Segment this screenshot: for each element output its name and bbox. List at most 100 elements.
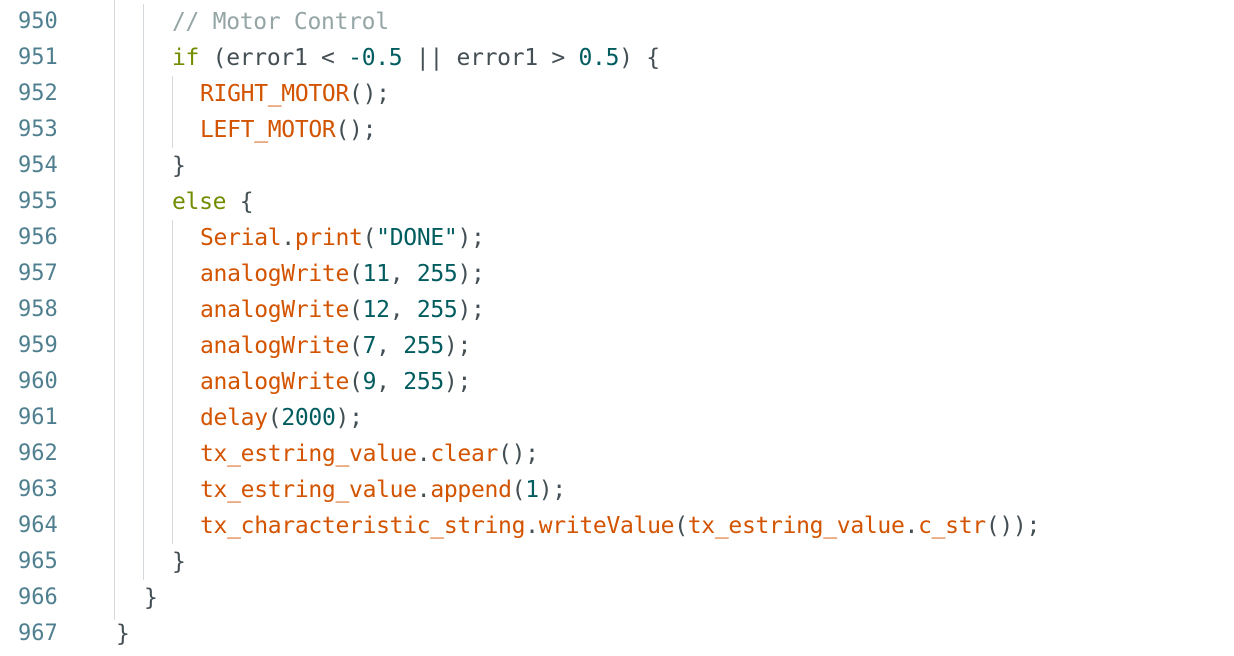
line-number: 957 [18, 261, 58, 286]
code-token: append [430, 477, 512, 503]
code-token: ( [349, 297, 363, 323]
line-number: 960 [18, 369, 58, 394]
code-token: (); [335, 117, 377, 143]
code-token: ); [335, 405, 363, 431]
code-line[interactable]: tx_estring_value.clear(); [200, 436, 539, 472]
code-token: "DONE" [376, 225, 458, 251]
code-token: 0.5 [578, 45, 620, 71]
line-number: 966 [18, 585, 58, 610]
code-token: ( [511, 477, 526, 503]
line-number: 951 [18, 45, 58, 70]
code-line[interactable]: analogWrite(7, 255); [200, 328, 471, 364]
code-token: 2000 [281, 405, 336, 431]
indent-guide [172, 76, 173, 148]
code-token: { [226, 189, 254, 215]
line-number: 959 [18, 333, 58, 358]
code-editor[interactable]: 950 951 952 953 954 955 956 957 958 959 960 961 962 9… [0, 0, 1234, 656]
code-token: , [376, 369, 404, 395]
code-line[interactable]: } [172, 544, 186, 580]
code-token: ()); [985, 513, 1041, 539]
code-token: ); [457, 225, 485, 251]
code-token: ) { [619, 45, 660, 71]
code-line[interactable]: analogWrite(12, 255); [200, 292, 485, 328]
code-token: } [116, 621, 130, 647]
code-token: ( [674, 513, 688, 539]
code-token: ); [443, 369, 472, 395]
code-token: ( [349, 369, 363, 395]
code-token: || error1 > [402, 45, 579, 71]
code-token: analogWrite [200, 261, 350, 287]
code-token: 9 [362, 369, 377, 395]
code-token: tx_estring_value [200, 477, 417, 503]
code-token: , [389, 297, 417, 323]
line-number: 950 [18, 9, 58, 34]
code-line[interactable]: RIGHT_MOTOR(); [200, 76, 390, 112]
code-token: ); [443, 333, 472, 359]
code-token: tx_estring_value [200, 441, 417, 467]
code-token: tx_characteristic_string [200, 513, 526, 539]
line-number: 954 [18, 153, 58, 178]
code-token: Serial [200, 225, 282, 251]
code-line[interactable]: analogWrite(9, 255); [200, 364, 471, 400]
line-number: 953 [18, 117, 58, 142]
code-line[interactable]: analogWrite(11, 255); [200, 256, 485, 292]
code-token: ( [267, 405, 282, 431]
code-token: , [389, 261, 417, 287]
code-token: } [172, 549, 186, 575]
code-token: (); [498, 441, 539, 467]
code-token: print [294, 225, 363, 251]
code-token: 11 [362, 261, 390, 287]
code-token: . [281, 225, 295, 251]
code-token: , [376, 333, 404, 359]
line-number: 952 [18, 81, 58, 106]
code-token: analogWrite [200, 333, 350, 359]
code-token: 255 [416, 297, 458, 323]
indent-guide [172, 220, 173, 544]
code-token: 1 [525, 477, 539, 503]
code-token: analogWrite [200, 297, 350, 323]
code-line[interactable]: delay(2000); [200, 400, 363, 436]
code-token: 255 [403, 333, 444, 359]
indent-guide [143, 4, 144, 580]
code-token: 7 [362, 333, 377, 359]
code-line[interactable]: if (error1 < -0.5 || error1 > 0.5) { [172, 40, 660, 76]
line-number: 958 [18, 297, 58, 322]
code-line[interactable]: // Motor Control [172, 4, 389, 40]
code-token: LEFT_MOTOR [200, 117, 336, 143]
line-number: 956 [18, 225, 58, 250]
code-token: . [525, 513, 539, 539]
code-line[interactable]: LEFT_MOTOR(); [200, 112, 376, 148]
code-token: analogWrite [200, 369, 350, 395]
code-token: clear [430, 441, 499, 467]
code-line[interactable]: tx_characteristic_string.writeValue(tx_e… [200, 508, 1040, 544]
code-token: . [904, 513, 919, 539]
code-line[interactable]: } [144, 580, 158, 616]
line-number: 962 [18, 441, 58, 466]
line-number: 955 [18, 189, 58, 214]
code-token: tx_estring_value [687, 513, 905, 539]
code-token: // Motor Control [172, 9, 389, 35]
code-token: 255 [416, 261, 458, 287]
code-token: . [416, 477, 431, 503]
code-token: if [172, 45, 200, 71]
code-token: (error1 < [199, 45, 349, 71]
code-token: writeValue [538, 513, 675, 539]
code-token: . [416, 441, 431, 467]
code-token: (); [349, 81, 390, 107]
code-token: ( [362, 225, 377, 251]
indent-guide [114, 0, 115, 620]
line-number: 963 [18, 477, 58, 502]
code-line[interactable]: } [116, 616, 130, 652]
code-line[interactable]: } [172, 148, 186, 184]
code-token: ); [457, 261, 485, 287]
code-token: 12 [362, 297, 390, 323]
code-token: 255 [403, 369, 444, 395]
code-token: } [144, 585, 158, 611]
code-token: -0.5 [348, 45, 403, 71]
line-number: 967 [18, 621, 58, 646]
line-number: 964 [18, 513, 58, 538]
code-line[interactable]: else { [172, 184, 254, 220]
code-line[interactable]: Serial.print("DONE"); [200, 220, 485, 256]
code-token: ); [538, 477, 566, 503]
code-line[interactable]: tx_estring_value.append(1); [200, 472, 566, 508]
